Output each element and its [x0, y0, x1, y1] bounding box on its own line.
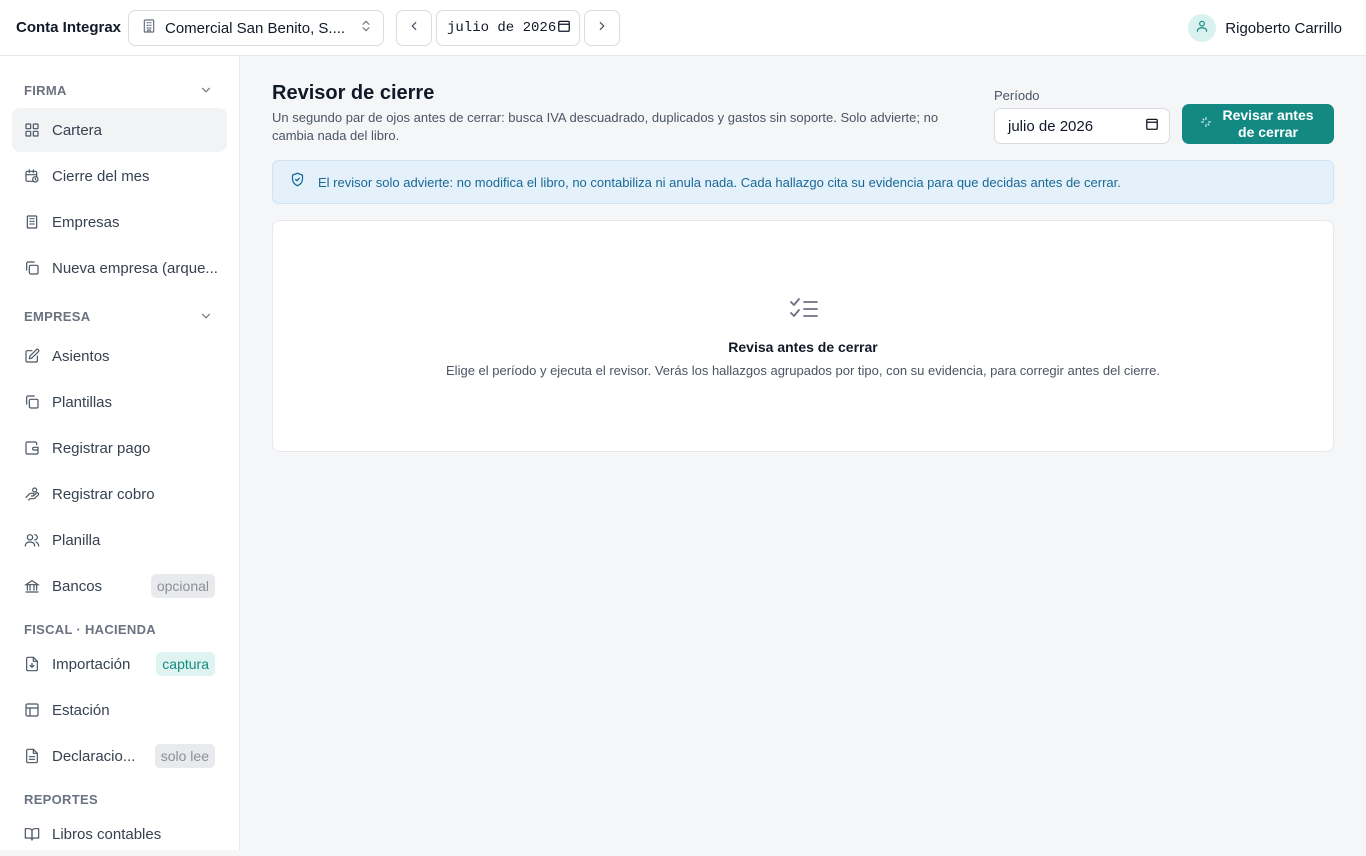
sidebar-item-label: Registrar cobro [52, 485, 155, 503]
sidebar-item-label: Declaracio... [52, 747, 136, 765]
sidebar-item-plantillas[interactable]: Plantillas [12, 380, 227, 424]
sidebar-item-label: Cartera [52, 121, 103, 139]
sidebar-item-asientos[interactable]: Asientos [12, 334, 227, 378]
sparkles-icon [1200, 115, 1212, 133]
user-menu[interactable]: Rigoberto Carrillo [1188, 14, 1342, 42]
period-picker-value: julio de 2026 [447, 20, 557, 36]
sidebar-item-label: Importación [52, 655, 131, 673]
sidebar-item-label: Estación [52, 701, 110, 719]
users-icon [24, 532, 40, 548]
book-icon [24, 826, 40, 842]
sidebar-item-label: Empresas [52, 213, 120, 231]
chevron-right-icon [595, 19, 609, 38]
sidebar-item-bancos[interactable]: Bancos opcional [12, 564, 227, 608]
sidebar-item-label: Planilla [52, 531, 101, 549]
section-firma[interactable]: FIRMA [24, 83, 67, 98]
file-text-icon [24, 748, 40, 764]
top-bar: Conta Integrax Comercial San Benito, S..… [0, 0, 1366, 56]
chevron-down-icon[interactable] [199, 83, 213, 97]
sidebar-item-declaraciones[interactable]: Declaracio... solo lee [12, 734, 227, 778]
section-reportes: REPORTES [24, 792, 98, 807]
copy-icon [24, 394, 40, 410]
period-picker-top[interactable]: julio de 2026 [436, 10, 580, 46]
shield-check-icon [290, 172, 305, 192]
list-checks-icon [789, 297, 819, 321]
building-icon [141, 18, 157, 39]
avatar [1188, 14, 1217, 42]
sidebar-item-registrar-cobro[interactable]: Registrar cobro [12, 472, 227, 516]
capture-badge: captura [156, 652, 215, 676]
sidebar-item-label: Bancos [52, 577, 103, 595]
period-input-value: julio de 2026 [1008, 117, 1094, 135]
sidebar-item-label: Registrar pago [52, 439, 151, 457]
sidebar-item-planilla[interactable]: Planilla [12, 518, 227, 562]
section-fiscal: FISCAL · HACIENDA [24, 622, 156, 637]
next-period-button[interactable] [584, 10, 620, 46]
calendar-icon[interactable] [557, 19, 571, 38]
company-selector[interactable]: Comercial San Benito, S.... [128, 10, 384, 46]
app-brand[interactable]: Conta Integrax [16, 19, 121, 36]
edit-icon [24, 348, 40, 364]
sidebar-item-label: Nueva empresa (arque... [52, 259, 218, 277]
period-input[interactable]: julio de 2026 [994, 108, 1170, 144]
user-name: Rigoberto Carrillo [1225, 19, 1342, 37]
sidebar-item-nueva-empresa[interactable]: Nueva empresa (arque... [12, 246, 227, 290]
sidebar: FIRMA Cartera Cierre del mes Empresas Nu… [0, 56, 240, 850]
chevron-left-icon [407, 19, 421, 38]
calendar-icon[interactable] [1145, 117, 1159, 136]
empty-state-description: Elige el período y ejecuta el revisor. V… [446, 363, 1160, 378]
empty-state-card: Revisa antes de cerrar Elige el período … [272, 220, 1334, 452]
prev-period-button[interactable] [396, 10, 432, 46]
layout-icon [24, 702, 40, 718]
sidebar-item-label: Libros contables [52, 825, 162, 843]
bank-icon [24, 578, 40, 594]
grid-icon [24, 122, 40, 138]
run-review-label: Revisar antes de cerrar [1222, 107, 1314, 140]
user-icon [1195, 19, 1209, 38]
sidebar-item-importacion[interactable]: Importación captura [12, 642, 227, 686]
sidebar-item-estacion[interactable]: Estación [12, 688, 227, 732]
sidebar-item-cartera[interactable]: Cartera [12, 108, 227, 152]
chevron-down-icon[interactable] [199, 309, 213, 323]
sidebar-item-libros[interactable]: Libros contables [12, 812, 227, 856]
page-subtitle: Un segundo par de ojos antes de cerrar: … [272, 110, 939, 143]
sidebar-item-label: Plantillas [52, 393, 113, 411]
section-empresa[interactable]: EMPRESA [24, 309, 90, 324]
page-title: Revisor de cierre [272, 82, 435, 104]
copy-icon [24, 260, 40, 276]
chevrons-up-down-icon [359, 19, 373, 38]
info-notice: El revisor solo advierte: no modifica el… [272, 160, 1334, 204]
sidebar-item-registrar-pago[interactable]: Registrar pago [12, 426, 227, 470]
calendar-clock-icon [24, 168, 40, 184]
optional-badge: opcional [150, 574, 215, 598]
readonly-badge: solo lee [154, 744, 215, 768]
sidebar-item-cierre[interactable]: Cierre del mes [12, 154, 227, 198]
empty-state-title: Revisa antes de cerrar [728, 339, 878, 355]
sidebar-item-empresas[interactable]: Empresas [12, 200, 227, 244]
hand-coins-icon [24, 486, 40, 502]
file-import-icon [24, 656, 40, 672]
sidebar-item-label: Asientos [52, 347, 110, 365]
run-review-button[interactable]: Revisar antes de cerrar [1182, 104, 1334, 144]
notice-text: El revisor solo advierte: no modifica el… [318, 174, 1121, 190]
sidebar-item-label: Cierre del mes [52, 167, 150, 185]
company-name: Comercial San Benito, S.... [165, 19, 346, 37]
building-icon [24, 214, 40, 230]
wallet-icon [24, 440, 40, 456]
period-label: Período [994, 88, 1040, 103]
